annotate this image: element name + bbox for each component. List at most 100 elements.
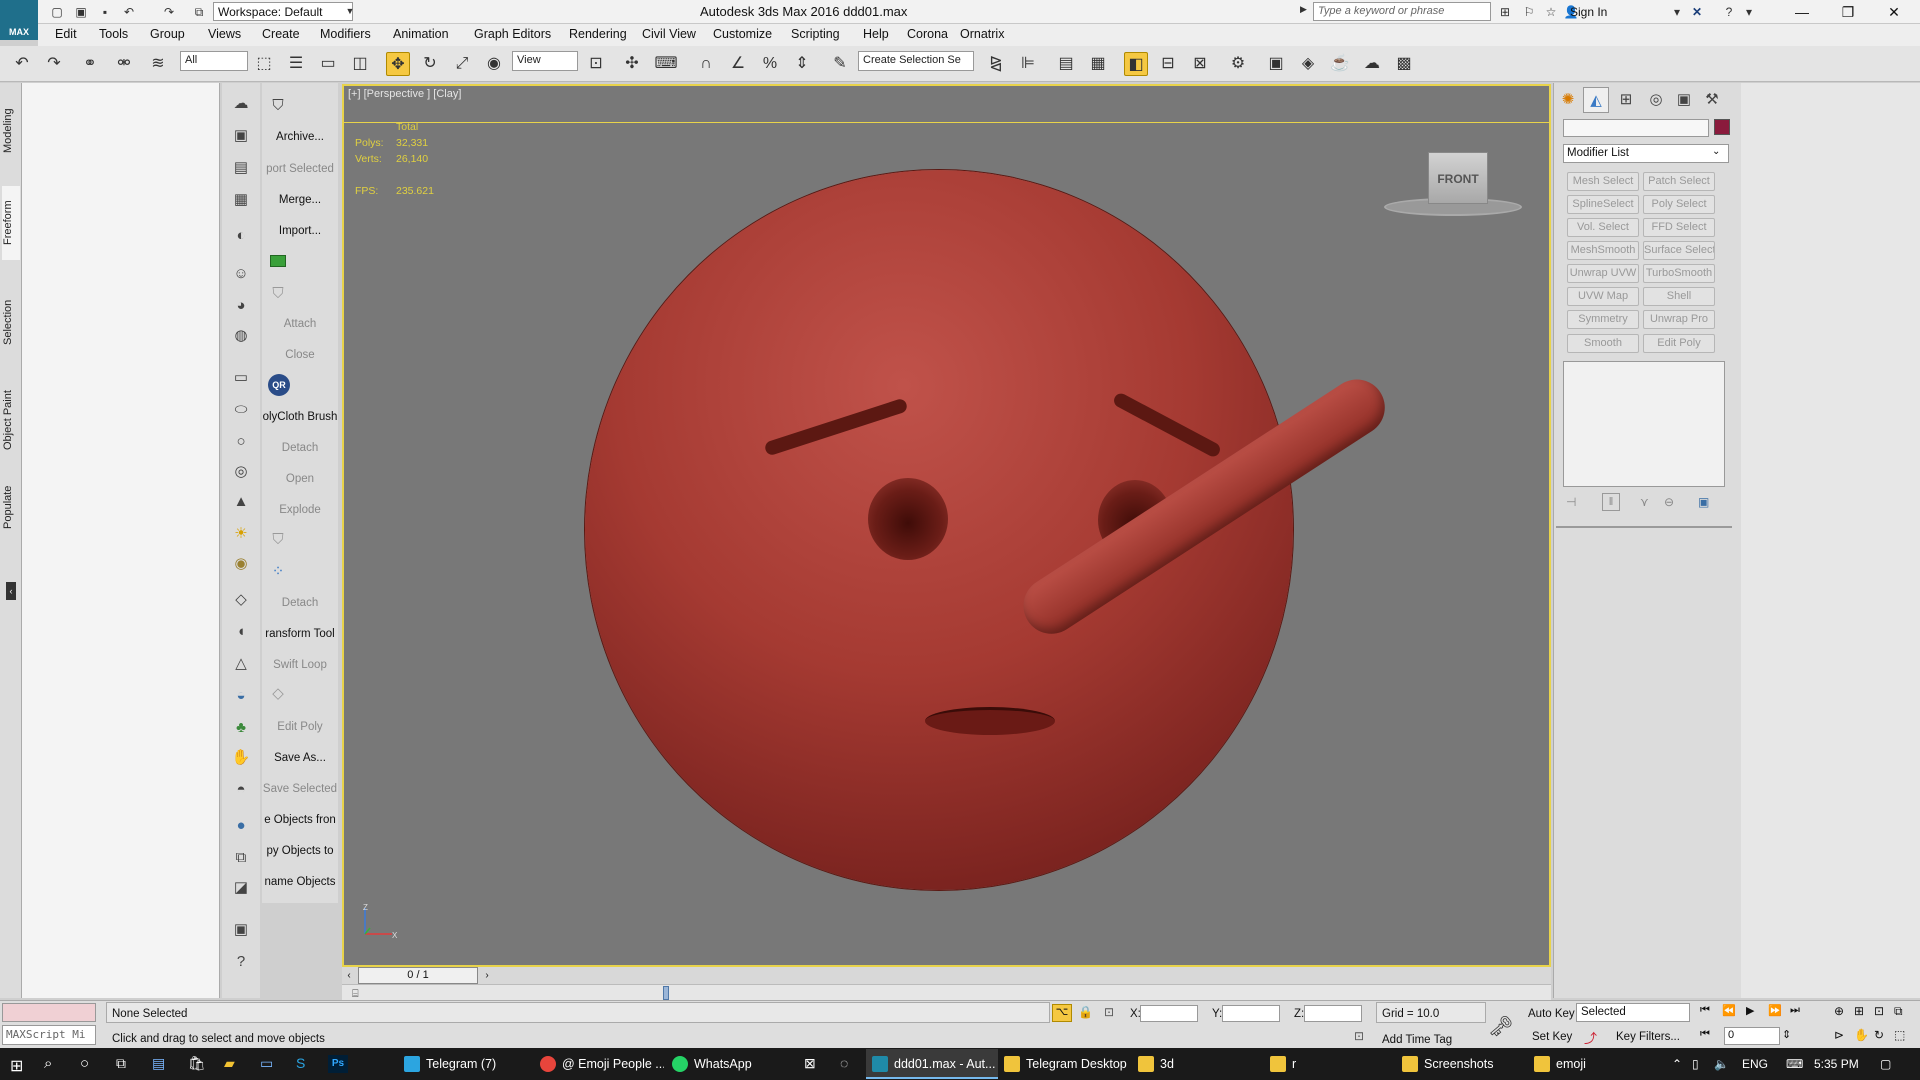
modifier-stack[interactable] <box>1563 361 1725 487</box>
ribbon-expand-icon[interactable]: ‹ <box>6 582 16 600</box>
layers-icon[interactable]: ▤ <box>229 156 253 180</box>
time-prev-icon[interactable]: ‹ <box>342 967 356 984</box>
menu-scripting[interactable]: Scripting <box>791 27 840 41</box>
qr-icon[interactable]: QR <box>268 374 290 396</box>
time-slider-track[interactable] <box>342 967 1551 984</box>
percent-snap-icon[interactable]: % <box>758 52 782 76</box>
isolate-toggle-icon[interactable]: ⌥ <box>1052 1004 1072 1022</box>
archive-button[interactable]: Archive... <box>262 131 338 143</box>
pinned-app-icon[interactable]: ⊠ <box>804 1055 816 1072</box>
pinned-app-icon-2[interactable]: ◌ <box>840 1055 848 1071</box>
save-objects-button[interactable]: e Objects fron <box>262 814 338 826</box>
tray-chevron-icon[interactable]: ⌃ <box>1672 1049 1682 1079</box>
tab-populate[interactable]: Populate <box>2 476 20 538</box>
redo-icon[interactable]: ↷ <box>42 52 66 76</box>
align-icon[interactable]: ⊫ <box>1016 52 1040 76</box>
viewport-label[interactable]: [+] [Perspective ] [Clay] <box>348 88 461 100</box>
select-and-place-icon[interactable]: ◉ <box>482 52 506 76</box>
modifier-turbosmooth[interactable]: TurboSmooth <box>1643 264 1715 283</box>
sphere-icon[interactable]: ● <box>229 814 253 838</box>
pan-icon[interactable]: ✋ <box>1854 1028 1869 1042</box>
foliage-icon[interactable]: ♣ <box>229 716 253 740</box>
undo-icon[interactable]: ↶ <box>10 52 34 76</box>
selection-filter-dropdown[interactable]: All <box>180 51 248 71</box>
redo-icon[interactable]: ↷ <box>160 3 178 21</box>
time-marker[interactable] <box>663 986 669 1000</box>
new-file-icon[interactable]: ▢ <box>48 3 66 21</box>
cortana-icon[interactable]: ○ <box>80 1055 89 1072</box>
next-frame-icon[interactable]: ⏩ <box>1768 1004 1782 1017</box>
key-filters-button[interactable]: Key Filters... <box>1616 1031 1680 1043</box>
taskbar-telegram[interactable]: Telegram (7) <box>398 1049 536 1079</box>
named-selection-dropdown[interactable]: Create Selection Se <box>858 51 974 71</box>
store-icon[interactable]: 🛍 <box>188 1055 206 1072</box>
render-window-icon[interactable]: ▩ <box>1392 52 1416 76</box>
dots-icon[interactable]: ⁘ <box>266 560 290 584</box>
menu-group[interactable]: Group <box>150 27 185 41</box>
modifier-patch-select[interactable]: Patch Select <box>1643 172 1715 191</box>
volume-icon[interactable]: 🔈 <box>1714 1049 1729 1079</box>
open-button[interactable]: Open <box>262 473 338 485</box>
x-coord-input[interactable] <box>1140 1005 1198 1022</box>
plane-icon[interactable]: ◇ <box>229 588 253 612</box>
modifier-unwrap-pro[interactable]: Unwrap Pro <box>1643 310 1715 329</box>
sound-icon[interactable]: ◕ <box>229 294 253 318</box>
absolute-mode-icon[interactable]: ⊡ <box>1104 1005 1114 1019</box>
editor-icon[interactable]: ▣ <box>229 124 253 148</box>
zoom-extents-all-icon[interactable]: ⧉ <box>1894 1004 1903 1019</box>
close-button-cmd[interactable]: Close <box>262 349 338 361</box>
select-and-rotate-icon[interactable]: ↻ <box>418 52 442 76</box>
film-icon[interactable]: ◍ <box>229 324 253 348</box>
box-primitive-icon[interactable]: ▭ <box>229 366 253 390</box>
add-time-tag-button[interactable]: Add Time Tag <box>1382 1034 1452 1046</box>
select-object-icon[interactable]: ⬚ <box>252 52 276 76</box>
camera-icon[interactable]: ◐ <box>229 224 253 248</box>
maximize-viewport-icon[interactable]: ⬚ <box>1894 1028 1905 1042</box>
taskbar-chrome[interactable]: @ Emoji People ... <box>534 1049 664 1079</box>
taskbar-3d[interactable]: 3d <box>1132 1049 1262 1079</box>
menu-create[interactable]: Create <box>262 27 300 41</box>
task-view-icon[interactable]: ⧉ <box>116 1055 126 1072</box>
menu-views[interactable]: Views <box>208 27 241 41</box>
duplicate-icon[interactable]: ⧉ <box>229 846 253 870</box>
angle-snap-icon[interactable]: ∠ <box>726 52 750 76</box>
material-editor-icon[interactable]: ⊠ <box>1188 52 1212 76</box>
menu-tools[interactable]: Tools <box>99 27 128 41</box>
restore-button[interactable]: ❐ <box>1828 2 1868 22</box>
menu-edit[interactable]: Edit <box>55 27 77 41</box>
clock[interactable]: 5:35 PM <box>1814 1049 1859 1079</box>
green-box-icon[interactable] <box>270 255 286 267</box>
network-icon[interactable]: ▯ <box>1692 1049 1699 1079</box>
save-as-button[interactable]: Save As... <box>262 752 338 764</box>
close-button[interactable]: ✕ <box>1874 2 1914 22</box>
rename-icon[interactable]: ◪ <box>229 876 253 900</box>
taskbar-telegram-desktop[interactable]: Telegram Desktop <box>998 1049 1132 1079</box>
help-chevron-icon[interactable]: ▾ <box>1740 3 1758 21</box>
viewcube[interactable]: FRONT <box>1428 152 1488 204</box>
workspace-chevron-icon[interactable]: ▼ <box>343 2 357 21</box>
modifier-symmetry[interactable]: Symmetry <box>1567 310 1639 329</box>
taskbar-screenshots[interactable]: Screenshots <box>1396 1049 1526 1079</box>
mirror-icon[interactable]: ⧎ <box>984 52 1008 76</box>
mesh-icon[interactable]: △ <box>229 652 253 676</box>
attach-button[interactable]: Attach <box>262 318 338 330</box>
time-tag-icon[interactable]: ⊡ <box>1354 1029 1364 1043</box>
character-icon[interactable]: ☺ <box>229 262 253 286</box>
time-slider[interactable]: 0 / 1 <box>358 967 478 984</box>
current-frame-input[interactable]: 0 <box>1724 1027 1780 1045</box>
pivot-center-icon[interactable]: ⊡ <box>584 52 608 76</box>
tab-modeling[interactable]: Modeling <box>2 96 20 166</box>
create-tab-icon[interactable]: ✺ <box>1555 87 1581 113</box>
torus-icon[interactable]: ◉ <box>229 552 253 576</box>
export-selected-button[interactable]: port Selected <box>262 163 338 175</box>
fov-icon[interactable]: ⊳ <box>1834 1028 1844 1042</box>
modifier-unwrap-uvw[interactable]: Unwrap UVW <box>1567 264 1639 283</box>
polycloth-brush-button[interactable]: olyCloth Brush <box>262 411 338 423</box>
maxscript-listener-output[interactable] <box>2 1003 96 1022</box>
teapot-render-icon[interactable]: ☕ <box>1328 52 1352 76</box>
transform-tool-button[interactable]: ransform Tool <box>262 628 338 640</box>
modifier-list-chevron-icon[interactable]: ⌄ <box>1712 146 1720 157</box>
taskbar-whatsapp[interactable]: WhatsApp <box>666 1049 796 1079</box>
menu-ornatrix[interactable]: Ornatrix <box>960 27 1004 41</box>
signin-chevron-icon[interactable]: ▾ <box>1668 3 1686 21</box>
